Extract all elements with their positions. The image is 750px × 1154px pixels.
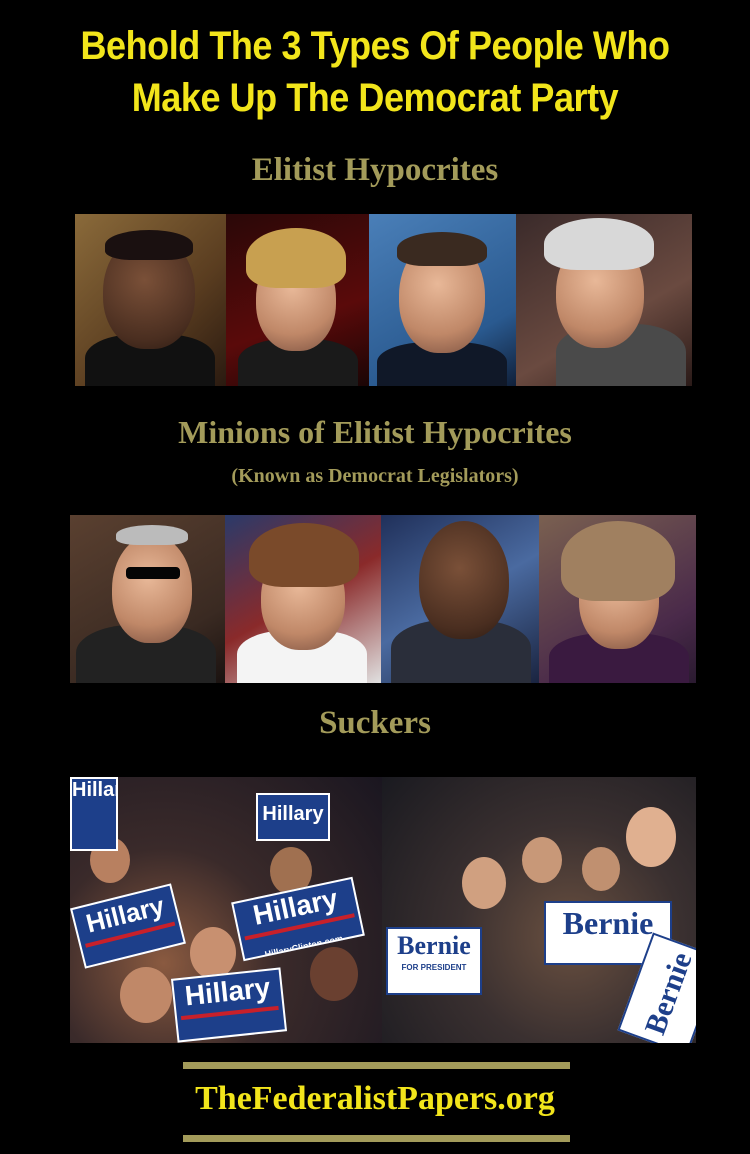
section-heading-minions: Minions of Elitist Hypocrites xyxy=(178,414,572,450)
title-line-2: Make Up The Democrat Party xyxy=(131,76,619,120)
footer-website: TheFederalistPapers.org xyxy=(195,1080,555,1117)
hillary-sign: Hillary xyxy=(70,883,186,969)
sign-subtext: FOR PRESIDENT xyxy=(401,963,467,972)
poster-title: Behold The 3 Types Of People Who Make Up… xyxy=(38,20,713,124)
sign-text: Hillary xyxy=(82,890,168,939)
sign-text: Bernie xyxy=(562,905,654,941)
sign-text: Hillary xyxy=(262,803,324,825)
hillary-sign: Hillary HillaryClinton.com xyxy=(231,876,365,962)
footer-rule-bottom xyxy=(183,1135,570,1142)
footer-rule-top xyxy=(183,1062,570,1069)
portrait-photo xyxy=(70,515,225,683)
portrait-photo xyxy=(516,214,692,386)
crowd-photo: Hillary Hillary Hillary HillaryClinton.c… xyxy=(70,777,696,1043)
section-heading-suckers: Suckers xyxy=(319,705,431,741)
portrait-photo xyxy=(539,515,696,683)
minion-photo-row xyxy=(70,515,696,683)
portrait-photo xyxy=(369,214,516,386)
title-line-1: Behold The 3 Types Of People Who xyxy=(80,24,670,68)
portrait-photo xyxy=(75,214,226,386)
bernie-sign: Bernie FOR PRESIDENT xyxy=(386,927,482,995)
sign-text: Bernie xyxy=(397,931,471,960)
portrait-photo xyxy=(226,214,369,386)
sign-text: Hillary xyxy=(72,779,116,801)
section-heading-elitist-hypocrites: Elitist Hypocrites xyxy=(251,152,499,188)
sign-text: Bernie xyxy=(638,947,696,1040)
hillary-sign: Hillary xyxy=(256,793,330,841)
hillary-rally-photo: Hillary Hillary Hillary HillaryClinton.c… xyxy=(70,777,382,1043)
portrait-photo xyxy=(381,515,539,683)
sign-text: Hillary xyxy=(250,882,341,931)
hillary-sign: Hillary xyxy=(70,777,118,851)
sign-text: Hillary xyxy=(183,971,272,1012)
hillary-sign: Hillary xyxy=(170,967,288,1043)
portrait-photo xyxy=(225,515,381,683)
bernie-rally-photo: Bernie FOR PRESIDENT Bernie Bernie xyxy=(382,777,696,1043)
elitist-photo-row xyxy=(75,214,692,386)
section-subheading-legislators: (Known as Democrat Legislators) xyxy=(231,465,519,487)
